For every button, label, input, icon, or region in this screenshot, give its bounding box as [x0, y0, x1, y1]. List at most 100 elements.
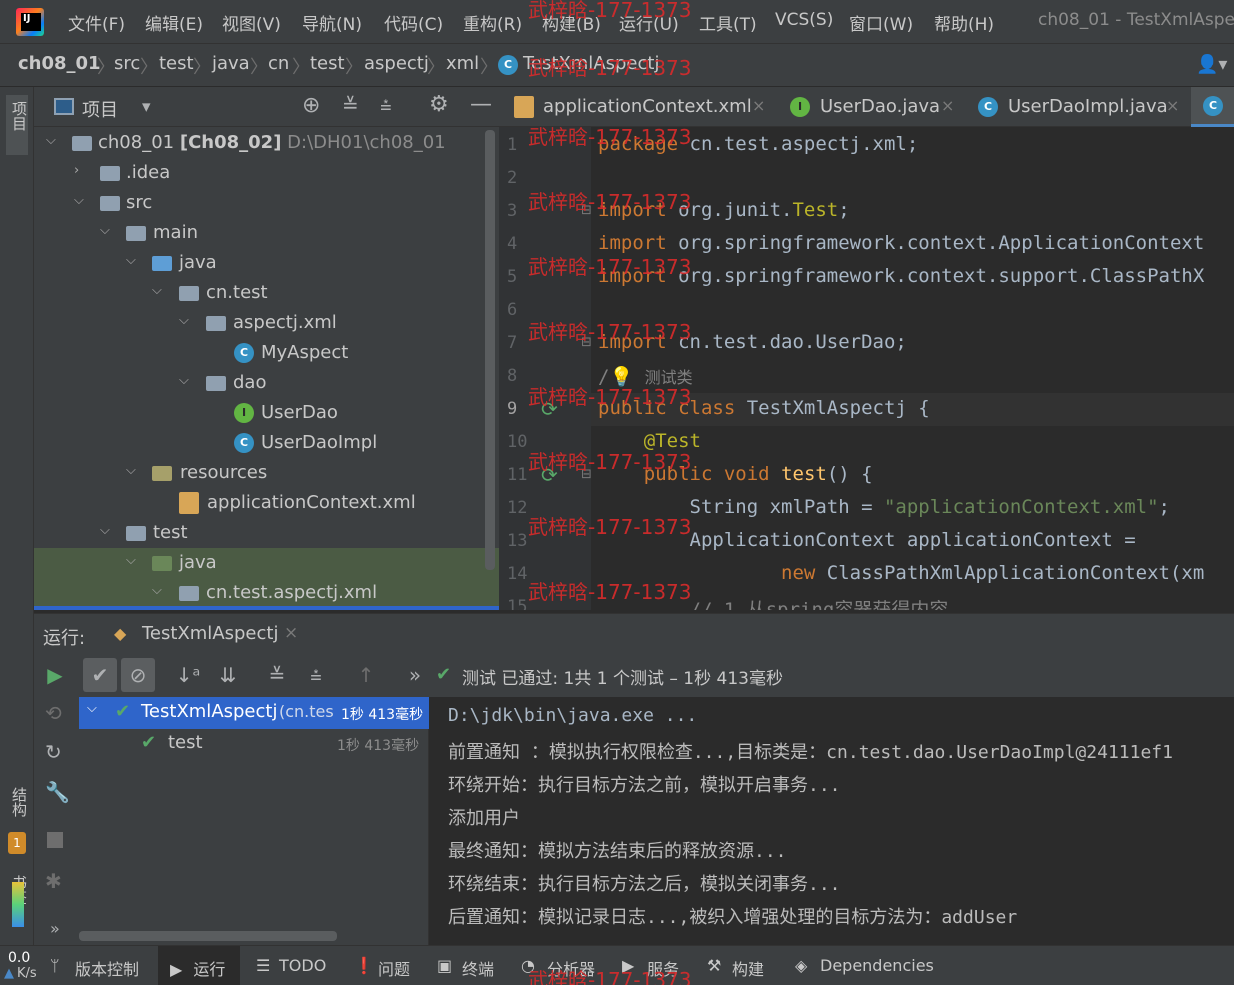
- run-tab-label[interactable]: TestXmlAspectj: [142, 623, 278, 644]
- menu-help[interactable]: 帮助(H): [934, 10, 994, 35]
- test-row-suite[interactable]: ⌵ ✔ TestXmlAspectj (cn.tes 1秒 413毫秒: [79, 697, 429, 729]
- user-icon[interactable]: 👤▾: [1196, 54, 1227, 75]
- tree-item-cn-test-aspectj-xml[interactable]: ⌵ cn.test.aspectj.xml: [34, 578, 499, 608]
- tree-item-idea[interactable]: › .idea: [34, 158, 499, 188]
- menu-refactor[interactable]: 重构(R): [463, 10, 522, 35]
- debug-icon[interactable]: ⟲: [45, 701, 62, 725]
- chevron-down-icon[interactable]: ⌵: [87, 701, 97, 716]
- crumb-src[interactable]: src: [114, 53, 140, 74]
- restart-icon[interactable]: ↻: [45, 740, 62, 764]
- structure-tool-tab[interactable]: 结构: [9, 787, 30, 817]
- crumb-xml[interactable]: xml: [446, 53, 479, 74]
- tree-item-src[interactable]: ⌵ src: [34, 188, 499, 218]
- wrench-icon[interactable]: 🔧: [45, 780, 70, 804]
- crumb-cn[interactable]: cn: [268, 53, 289, 74]
- tree-item-main[interactable]: ⌵ main: [34, 218, 499, 248]
- chevron-down-icon[interactable]: ⌵: [126, 463, 136, 478]
- crumb-java[interactable]: java: [212, 53, 250, 74]
- tree-item-resources[interactable]: ⌵ resources: [34, 458, 499, 488]
- chevron-down-icon[interactable]: ⌵: [46, 133, 56, 148]
- chevron-down-icon[interactable]: ⌵: [126, 553, 136, 568]
- menu-edit[interactable]: 编辑(E): [145, 10, 203, 35]
- status-vcs[interactable]: 版本控制: [75, 956, 139, 980]
- menu-vcs[interactable]: VCS(S): [775, 10, 833, 30]
- menu-file[interactable]: 文件(F): [68, 10, 125, 35]
- console-output[interactable]: D:\jdk\bin\java.exe ... 前置通知 ：模拟执行权限检查..…: [430, 697, 1234, 945]
- tree-item-dao[interactable]: ⌵ dao: [34, 368, 499, 398]
- tree-item-userdaoimpl[interactable]: C UserDaoImpl: [34, 428, 499, 458]
- chevron-down-icon[interactable]: ⌵: [152, 283, 162, 298]
- menu-code[interactable]: 代码(C): [384, 10, 443, 35]
- status-problems[interactable]: 问题: [378, 956, 410, 980]
- chevron-down-icon[interactable]: ⌵: [179, 373, 189, 388]
- close-icon[interactable]: ×: [1166, 96, 1179, 115]
- tab-userdaoimpl[interactable]: C UserDaoImpl.java ×: [969, 87, 1184, 127]
- chevron-down-icon[interactable]: ⌵: [179, 313, 189, 328]
- chevron-down-icon[interactable]: ⌵: [126, 253, 136, 268]
- chevron-down-icon[interactable]: ⌵: [74, 193, 84, 208]
- chevron-right-icon[interactable]: ›: [74, 163, 79, 178]
- hide-panel-icon[interactable]: —: [470, 92, 492, 117]
- tree-scrollbar[interactable]: [79, 931, 337, 941]
- tree-item-java-test[interactable]: ⌵ java: [34, 548, 499, 578]
- crumb-aspectj[interactable]: aspectj: [364, 53, 429, 74]
- tab-userdao[interactable]: I UserDao.java ×: [777, 87, 961, 127]
- menu-view[interactable]: 视图(V): [222, 10, 281, 35]
- expand-all-icon[interactable]: ≚: [260, 658, 294, 692]
- status-todo[interactable]: TODO: [279, 956, 326, 975]
- folder-icon: [100, 166, 120, 181]
- tree-item-test[interactable]: ⌵ test: [34, 518, 499, 548]
- project-panel-title[interactable]: 项目: [82, 96, 118, 122]
- project-scrollbar[interactable]: [485, 130, 495, 570]
- gear-icon[interactable]: ⚙: [429, 92, 449, 117]
- console-line: 环绕开始：执行目标方法之前，模拟开启事务...: [448, 775, 841, 796]
- crumb-project[interactable]: ch08_01: [18, 53, 101, 74]
- rerun-icon[interactable]: ▶: [38, 658, 72, 692]
- chevron-down-icon[interactable]: ⌵: [152, 583, 162, 598]
- tree-item-ch08_01[interactable]: ⌵ ch08_01 [Ch08_02] D:\DH01\ch08_01: [34, 128, 499, 158]
- dependencies-icon: ◈: [795, 956, 808, 975]
- tree-item-applicationcontext[interactable]: applicationContext.xml: [34, 488, 499, 518]
- crumb-test[interactable]: test: [159, 53, 194, 74]
- collapse-all-icon[interactable]: ⩮: [299, 658, 333, 692]
- locate-icon[interactable]: ⊕: [302, 93, 320, 118]
- menu-tools[interactable]: 工具(T): [699, 10, 757, 35]
- more-icon[interactable]: »: [398, 658, 432, 692]
- tab-active-testxmlaspectj[interactable]: C: [1191, 87, 1234, 127]
- settings-icon[interactable]: ✱: [45, 869, 62, 893]
- tree-item-myaspect[interactable]: C MyAspect: [34, 338, 499, 368]
- tree-item-java-main[interactable]: ⌵ java: [34, 248, 499, 278]
- intellij-logo-icon[interactable]: [16, 8, 44, 36]
- chevron-down-icon[interactable]: ⌵: [100, 523, 110, 538]
- menu-window[interactable]: 窗口(W): [849, 10, 913, 35]
- tree-item-aspectj-xml[interactable]: ⌵ aspectj.xml: [34, 308, 499, 338]
- expand-all-icon[interactable]: ≚: [342, 93, 359, 117]
- close-icon[interactable]: ×: [284, 623, 298, 643]
- close-icon[interactable]: ×: [941, 96, 954, 115]
- sort-alpha-icon[interactable]: ↓ᵃ: [171, 658, 205, 692]
- show-ignored-icon[interactable]: ⊘: [121, 658, 155, 692]
- sort-duration-icon[interactable]: ⇊: [211, 658, 245, 692]
- crumb-test2[interactable]: test: [310, 53, 345, 74]
- watermark: 武梓晗-177-1373: [528, 968, 692, 985]
- stop-icon[interactable]: [47, 832, 63, 848]
- close-icon[interactable]: ×: [752, 96, 765, 115]
- more-icon[interactable]: »: [50, 919, 60, 938]
- chevron-down-icon[interactable]: ▾: [142, 97, 151, 117]
- collapse-all-icon[interactable]: ⩮: [380, 93, 392, 117]
- test-row-test[interactable]: ✔ test 1秒 413毫秒: [79, 728, 429, 760]
- status-build[interactable]: 构建: [732, 956, 764, 980]
- tree-item-cn-test[interactable]: ⌵ cn.test: [34, 278, 499, 308]
- prev-failed-icon[interactable]: ↑: [349, 658, 383, 692]
- tree-item-userdao[interactable]: I UserDao: [34, 398, 499, 428]
- notification-badge-icon[interactable]: 1: [8, 832, 26, 854]
- show-passed-icon[interactable]: ✔: [83, 658, 117, 692]
- status-run-label: 运行: [193, 960, 226, 979]
- status-run-tab[interactable]: ▶ 运行: [158, 946, 240, 985]
- menu-navigate[interactable]: 导航(N): [302, 10, 362, 35]
- chevron-down-icon[interactable]: ⌵: [100, 223, 110, 238]
- status-terminal[interactable]: 终端: [462, 956, 494, 980]
- horizontal-scrollbar[interactable]: [34, 606, 499, 610]
- status-dependencies[interactable]: Dependencies: [820, 956, 934, 975]
- project-tool-tab[interactable]: 项目: [6, 95, 28, 155]
